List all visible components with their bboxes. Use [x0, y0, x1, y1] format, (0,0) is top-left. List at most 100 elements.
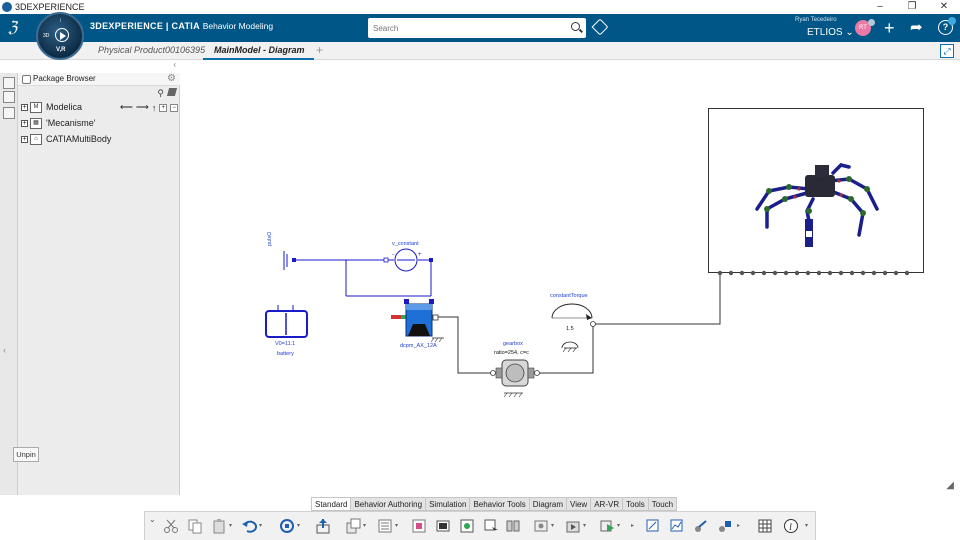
diagram-canvas[interactable]: − + pulsO v_constant V0=11.1 battery dcp…	[180, 60, 960, 495]
info-dropdown-icon[interactable]: ▾	[805, 522, 808, 529]
unpin-button[interactable]: Unpin	[13, 447, 39, 462]
panel-title: Package Browser	[33, 74, 96, 83]
action-bar: ⌄ ▾ ▾ ▾ ▾ ▾ ▾ ▾ ▾ ▸ ▸ I ▾	[144, 511, 816, 540]
copy-icon[interactable]	[187, 518, 203, 534]
gear-icon[interactable]: ⚙	[167, 73, 176, 84]
arrow-right-icon[interactable]: ⟶	[136, 102, 149, 113]
search-box[interactable]	[368, 18, 586, 38]
v-constant-source[interactable]: − +	[383, 248, 433, 272]
simulate-dropdown-icon[interactable]: ▾	[583, 522, 586, 529]
property-dropdown-icon[interactable]: ▾	[395, 522, 398, 529]
section-tab-view[interactable]: View	[567, 497, 592, 511]
tab-physical-product[interactable]: Physical Product00106395	[98, 45, 205, 55]
paste-dropdown-icon[interactable]: ▾	[229, 522, 232, 529]
search-input[interactable]	[368, 18, 558, 38]
search-tree-icon[interactable]: ⚲	[157, 88, 164, 99]
update-icon[interactable]	[279, 518, 295, 534]
tree-view-icon[interactable]	[3, 77, 15, 89]
robot-head	[815, 165, 829, 177]
section-tab-behavior-tools[interactable]: Behavior Tools	[470, 497, 530, 511]
tree-nav-controls: ⟵ ⟶ ↑ + −	[120, 102, 179, 113]
window-title: 3DEXPERIENCE	[15, 2, 85, 12]
tree-item-modelica[interactable]: + M Modelica	[21, 100, 82, 114]
notification-badge	[948, 17, 956, 25]
section-tab-simulation[interactable]: Simulation	[426, 497, 471, 511]
robot-leg-mid-right	[829, 189, 865, 237]
section-tab-behavior-authoring[interactable]: Behavior Authoring	[351, 497, 427, 511]
mechanism-dropdown-icon[interactable]: ▸	[737, 522, 740, 529]
insert-icon[interactable]	[345, 518, 361, 534]
pulse-source[interactable]	[283, 251, 296, 270]
compass-widget[interactable]: i 3D V,R	[36, 12, 84, 60]
tenant-selector[interactable]: ETLIOS ⌄	[807, 27, 854, 38]
chevron-down-icon[interactable]: ⌄	[149, 515, 156, 524]
expand-toggle[interactable]: +	[21, 135, 28, 143]
arrow-up-icon[interactable]: ↑	[152, 103, 157, 113]
sensor-icon[interactable]	[533, 518, 549, 534]
ds-logo-icon[interactable]: ℨ	[8, 16, 30, 38]
insert-dropdown-icon[interactable]: ▾	[363, 522, 366, 529]
collapse-panel-icon[interactable]: ‹	[3, 345, 6, 355]
undo-icon[interactable]	[241, 518, 257, 534]
arrow-left-icon[interactable]: ⟵	[120, 102, 133, 113]
expand-all-icon[interactable]: +	[159, 103, 168, 112]
section-tab-diagram[interactable]: Diagram	[529, 497, 567, 511]
tree-item-mecanisme[interactable]: + ▦ 'Mecanisme'	[21, 116, 95, 130]
dc-motor-component[interactable]	[391, 299, 444, 343]
model-icon[interactable]	[411, 518, 427, 534]
brand-main: 3DEXPERIENCE | CATIA	[90, 21, 200, 31]
sensor-dropdown-icon[interactable]: ▾	[551, 522, 554, 529]
constant-torque-component[interactable]	[551, 303, 596, 353]
play-dropdown-icon[interactable]: ▾	[617, 522, 620, 529]
undo-dropdown-icon[interactable]: ▾	[259, 522, 262, 529]
collapse-all-icon[interactable]: −	[170, 103, 179, 112]
browser-view-icon[interactable]	[3, 107, 15, 119]
plot-icon[interactable]	[669, 518, 685, 534]
grid-icon[interactable]	[757, 518, 773, 534]
play-icon[interactable]	[599, 518, 615, 534]
expand-toggle[interactable]: +	[21, 103, 28, 111]
section-tab-tools[interactable]: Tools	[623, 497, 649, 511]
package-view-icon[interactable]	[3, 91, 15, 103]
cut-icon[interactable]	[163, 518, 179, 534]
tag-icon[interactable]	[591, 18, 609, 36]
expand-toggle[interactable]: +	[21, 119, 28, 127]
gearbox-component[interactable]	[490, 359, 540, 398]
play-icon[interactable]	[55, 28, 69, 42]
tab-main-model-diagram[interactable]: MainModel - Diagram	[214, 45, 305, 55]
share-icon[interactable]: ➦	[910, 19, 923, 37]
tree-item-label: 'Mecanisme'	[46, 118, 96, 128]
add-tab-button[interactable]: +	[316, 43, 323, 57]
update-dropdown-icon[interactable]: ▾	[297, 522, 300, 529]
minimize-button[interactable]: –	[864, 0, 896, 14]
section-tab-touch[interactable]: Touch	[648, 497, 678, 511]
resize-handle-icon[interactable]: ◢	[946, 480, 954, 491]
plus-icon[interactable]: +	[884, 19, 895, 37]
view-icon[interactable]	[435, 518, 451, 534]
simulation-3d-view[interactable]	[708, 108, 924, 273]
battery-component[interactable]	[265, 305, 308, 338]
section-tab-standard[interactable]: Standard	[311, 497, 352, 511]
search-icon[interactable]	[571, 22, 580, 31]
more-tools-icon[interactable]: ▸	[631, 522, 634, 529]
info-icon[interactable]: I	[783, 518, 799, 534]
connect-icon[interactable]	[459, 518, 475, 534]
chevron-left-icon[interactable]: ‹	[173, 60, 176, 69]
expand-icon[interactable]: ⤢	[940, 44, 954, 58]
property-icon[interactable]	[377, 518, 393, 534]
simulate-icon[interactable]	[565, 518, 581, 534]
gearbox-param-label: ratio=254, c=c	[494, 350, 529, 356]
paste-icon[interactable]	[211, 518, 227, 534]
maximize-button[interactable]: ❐	[896, 0, 928, 14]
component-icon[interactable]	[505, 518, 521, 534]
tree-item-catiamultibody[interactable]: + ⌂ CATIAMultiBody	[21, 132, 111, 146]
section-tab-ar-vr[interactable]: AR-VR	[591, 497, 624, 511]
close-button[interactable]: ✕	[928, 0, 960, 14]
export-icon[interactable]	[693, 518, 709, 534]
library-icon[interactable]	[483, 518, 499, 534]
result-icon[interactable]	[645, 518, 661, 534]
share-icon[interactable]	[315, 518, 331, 534]
mechanism-icon[interactable]	[717, 518, 733, 534]
package-browser-panel: Package Browser ⚙ ⚲ + M Modelica ⟵ ⟶ ↑ +…	[18, 73, 180, 495]
filter-icon[interactable]	[166, 88, 178, 96]
